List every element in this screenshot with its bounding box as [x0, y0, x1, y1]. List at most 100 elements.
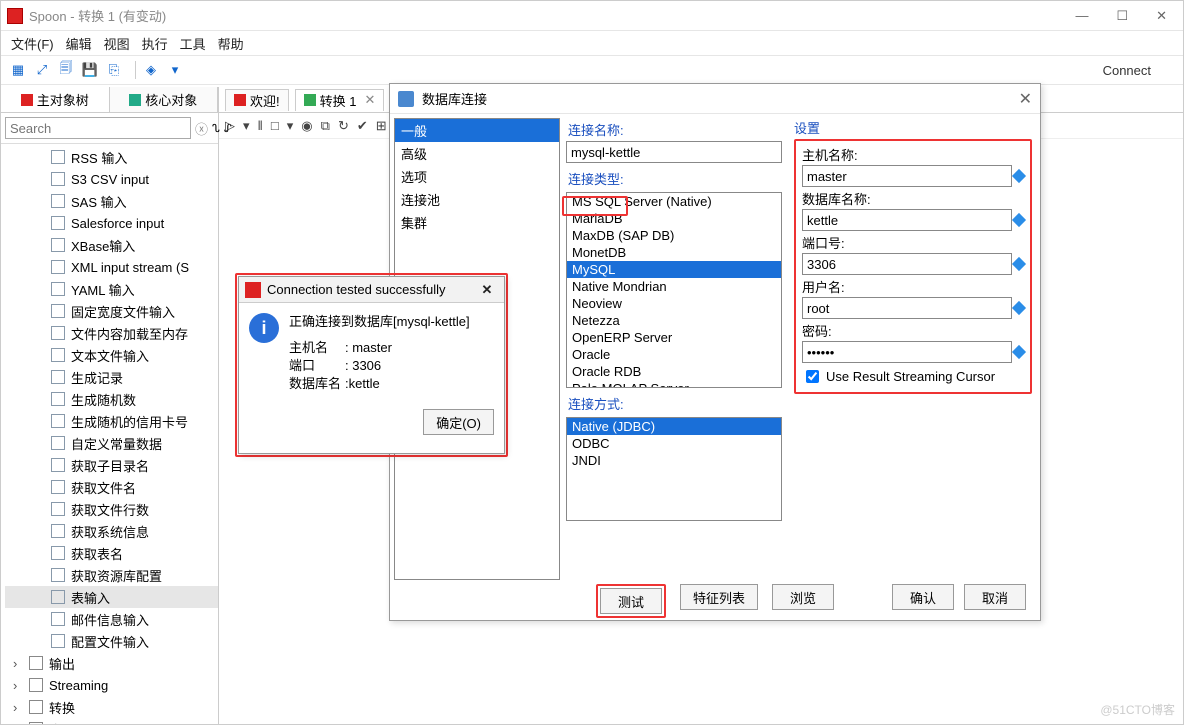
tree-item[interactable]: XBase输入 — [5, 234, 218, 256]
verify-icon[interactable]: ✔ — [357, 118, 368, 134]
type-option[interactable]: MS SQL Server (Native) — [567, 193, 781, 210]
step-tree[interactable]: RSS 输入S3 CSV inputSAS 输入Salesforce input… — [1, 144, 218, 724]
maximize-button[interactable]: ☐ — [1116, 8, 1128, 24]
tree-item[interactable]: XML input stream (S — [5, 256, 218, 278]
close-button[interactable]: ✕ — [1156, 8, 1167, 24]
save-icon[interactable]: 💾 — [81, 61, 99, 79]
tree-item[interactable]: 获取文件行数 — [5, 498, 218, 520]
conn-name-input[interactable] — [566, 141, 782, 163]
type-option[interactable]: Netezza — [567, 312, 781, 329]
tree-item[interactable]: 生成记录 — [5, 366, 218, 388]
menu-run[interactable]: 执行 — [142, 34, 168, 53]
msg-close-icon[interactable]: ✕ — [476, 282, 498, 298]
tree-item[interactable]: 文件内容加载至内存 — [5, 322, 218, 344]
method-option[interactable]: Native (JDBC) — [567, 418, 781, 435]
impact-icon[interactable]: ⊞ — [376, 118, 387, 134]
tree-item[interactable]: 获取系统信息 — [5, 520, 218, 542]
tree-item[interactable]: 文本文件输入 — [5, 344, 218, 366]
tree-folder[interactable]: ›应用 — [5, 718, 218, 724]
menu-tools[interactable]: 工具 — [180, 34, 206, 53]
tree-folder[interactable]: ›输出 — [5, 652, 218, 674]
type-option[interactable]: Oracle — [567, 346, 781, 363]
explore-icon[interactable]: 🗐 — [57, 61, 75, 79]
type-option[interactable]: MariaDB — [567, 210, 781, 227]
tree-item[interactable]: SAS 输入 — [5, 190, 218, 212]
cursor-checkbox[interactable] — [806, 370, 819, 383]
tree-item[interactable]: 获取子目录名 — [5, 454, 218, 476]
menu-file[interactable]: 文件(F) — [11, 34, 54, 53]
method-option[interactable]: ODBC — [567, 435, 781, 452]
method-option[interactable]: JNDI — [567, 452, 781, 469]
tree-item[interactable]: 获取文件名 — [5, 476, 218, 498]
perspective-dropdown-icon[interactable]: ▾ — [166, 61, 184, 79]
msg-ok-button[interactable]: 确定(O) — [423, 409, 494, 435]
clear-search-icon[interactable]: ⓧ — [195, 119, 208, 138]
connect-link[interactable]: Connect — [1103, 63, 1175, 78]
search-input[interactable] — [5, 117, 191, 139]
stop-icon[interactable]: □ — [271, 118, 279, 133]
replay-icon[interactable]: ↻ — [338, 118, 349, 134]
category-item[interactable]: 高级 — [395, 142, 559, 165]
ok-button[interactable]: 确认 — [892, 584, 954, 610]
type-option[interactable]: Oracle RDB — [567, 363, 781, 380]
tree-item[interactable]: 表输入 — [5, 586, 218, 608]
var-icon[interactable] — [1012, 169, 1026, 183]
dbname-input[interactable] — [802, 209, 1012, 231]
conn-type-list[interactable]: MS SQL Server (Native)MariaDBMaxDB (SAP … — [566, 192, 782, 388]
pause-icon[interactable]: ‖ — [258, 118, 263, 133]
browse-button[interactable]: 浏览 — [772, 584, 834, 610]
category-item[interactable]: 选项 — [395, 165, 559, 188]
type-option[interactable]: Neoview — [567, 295, 781, 312]
tree-folder[interactable]: ›转换 — [5, 696, 218, 718]
stop-dropdown-icon[interactable]: ▾ — [287, 118, 294, 134]
tree-item[interactable]: S3 CSV input — [5, 168, 218, 190]
tab-welcome[interactable]: 欢迎! — [225, 89, 289, 111]
tree-item[interactable]: Salesforce input — [5, 212, 218, 234]
minimize-button[interactable]: — — [1075, 8, 1088, 24]
tree-item[interactable]: 自定义常量数据 — [5, 432, 218, 454]
var-icon[interactable] — [1012, 213, 1026, 227]
tree-item[interactable]: 获取资源库配置 — [5, 564, 218, 586]
run-icon[interactable]: ▷ — [225, 118, 235, 134]
tree-item[interactable]: 生成随机的信用卡号 — [5, 410, 218, 432]
tab-core-objects[interactable]: 核心对象 — [110, 87, 219, 112]
pass-input[interactable] — [802, 341, 1012, 363]
preview-icon[interactable]: ◉ — [301, 118, 312, 134]
features-button[interactable]: 特征列表 — [680, 584, 758, 610]
type-option[interactable]: MySQL — [567, 261, 781, 278]
host-input[interactable] — [802, 165, 1012, 187]
test-button[interactable]: 测试 — [600, 588, 662, 614]
tree-item[interactable]: 配置文件输入 — [5, 630, 218, 652]
menu-edit[interactable]: 编辑 — [66, 34, 92, 53]
category-item[interactable]: 集群 — [395, 211, 559, 234]
category-item[interactable]: 连接池 — [395, 188, 559, 211]
var-icon[interactable] — [1012, 257, 1026, 271]
type-option[interactable]: OpenERP Server — [567, 329, 781, 346]
category-item[interactable]: 一般 — [395, 119, 559, 142]
type-option[interactable]: MaxDB (SAP DB) — [567, 227, 781, 244]
menu-view[interactable]: 视图 — [104, 34, 130, 53]
var-icon[interactable] — [1012, 301, 1026, 315]
type-option[interactable]: MonetDB — [567, 244, 781, 261]
conn-method-list[interactable]: Native (JDBC)ODBCJNDI — [566, 417, 782, 521]
saveas-icon[interactable]: ⎘ — [105, 61, 123, 79]
var-icon[interactable] — [1012, 345, 1026, 359]
db-dialog-close-icon[interactable]: ✕ — [1019, 89, 1032, 109]
run-dropdown-icon[interactable]: ▾ — [243, 118, 250, 134]
tree-item[interactable]: YAML 输入 — [5, 278, 218, 300]
menu-help[interactable]: 帮助 — [218, 34, 244, 53]
tree-item[interactable]: RSS 输入 — [5, 146, 218, 168]
port-input[interactable] — [802, 253, 1012, 275]
tree-item[interactable]: 生成随机数 — [5, 388, 218, 410]
tree-item[interactable]: 获取表名 — [5, 542, 218, 564]
perspective-icon[interactable]: ◈ — [142, 61, 160, 79]
tab-main-tree[interactable]: 主对象树 — [1, 87, 110, 112]
tree-item[interactable]: 固定宽度文件输入 — [5, 300, 218, 322]
tab-close-icon[interactable]: ✕ — [364, 92, 375, 108]
tree-folder[interactable]: ›Streaming — [5, 674, 218, 696]
tab-trans[interactable]: 转换 1✕ — [295, 89, 385, 111]
tree-item[interactable]: 邮件信息输入 — [5, 608, 218, 630]
debug-icon[interactable]: ⧉ — [321, 118, 330, 134]
user-input[interactable] — [802, 297, 1012, 319]
type-option[interactable]: Palo MOLAP Server — [567, 380, 781, 388]
